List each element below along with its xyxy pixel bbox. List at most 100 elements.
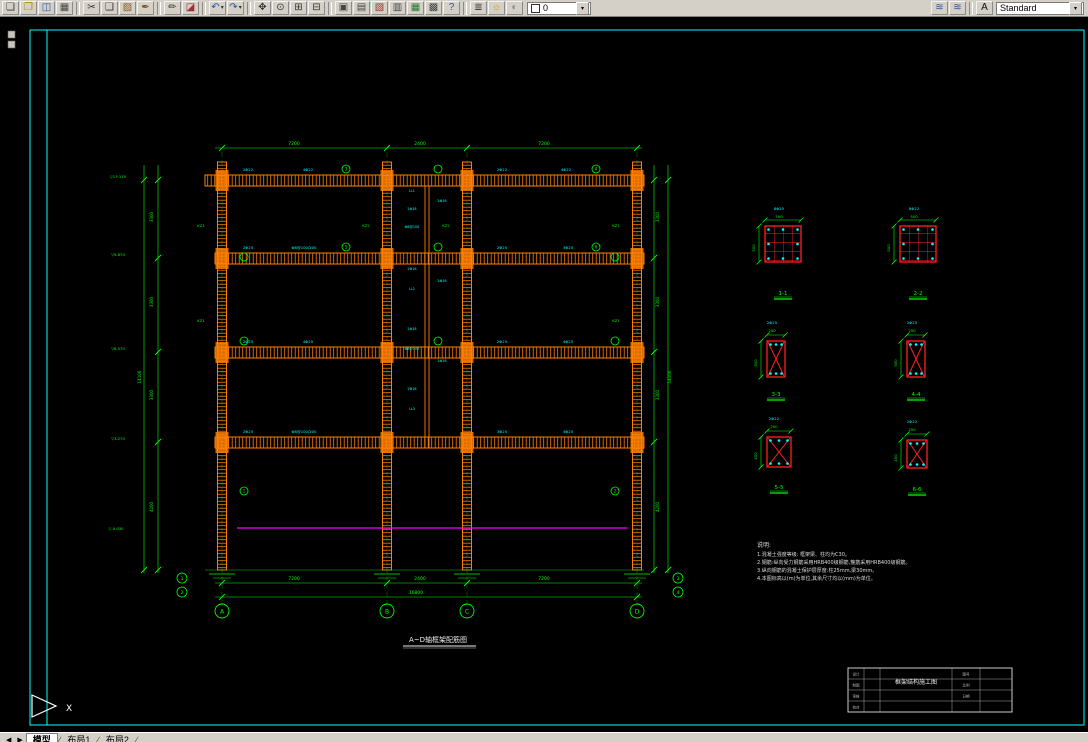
rebar-dot xyxy=(774,343,778,346)
tab-nav-prev-icon[interactable]: ◀ xyxy=(3,736,14,742)
annotation-text: 4Φ22 xyxy=(303,167,314,172)
tab-separator: ∕ xyxy=(135,735,138,742)
match-properties-button[interactable]: ✒ xyxy=(137,1,154,15)
toolbar-separator xyxy=(157,1,161,15)
zoom-previous-button[interactable]: ⊟ xyxy=(308,1,325,15)
zoom-realtime-button[interactable]: ⊙ xyxy=(272,1,289,15)
annotation-text: 500 xyxy=(893,359,898,367)
annotation-text: 2Φ25 xyxy=(243,339,254,344)
cad-drawing[interactable]: 1-1 2-2 3-3 4-4 5-5 6-6 A B C D 1 2 3 4 1 2 3 4 5 6 7200 2… xyxy=(0,17,1088,727)
redo-button[interactable]: ↷ ▾ xyxy=(227,1,244,15)
annotation-text: ▽13.170 xyxy=(110,174,127,179)
calculator-button[interactable]: ▩ xyxy=(425,1,442,15)
annotation-text: 4200 xyxy=(655,501,660,512)
layer-freeze-icon: ◐ xyxy=(511,2,518,13)
layer-on-button[interactable]: ☼ xyxy=(488,1,505,15)
cut-mark-number: 1 xyxy=(243,489,246,494)
paste-button[interactable]: ▨ xyxy=(119,1,136,15)
rebar-dot xyxy=(922,463,925,466)
drawing-canvas[interactable]: 1-1 2-2 3-3 4-4 5-5 6-6 A B C D 1 2 3 4 1 2 3 4 5 6 7200 2… xyxy=(0,17,1088,732)
table-button[interactable]: ▦ xyxy=(407,1,424,15)
rebar-dot xyxy=(909,343,912,346)
rebar-dot xyxy=(914,343,918,346)
annotation-text: Φ8@100 xyxy=(405,347,420,351)
rebar-dot xyxy=(931,257,934,260)
zoom-window-button[interactable]: ⊞ xyxy=(290,1,307,15)
annotation-text: 2Φ25 xyxy=(243,429,254,434)
tool-palettes-button[interactable]: ▣ xyxy=(335,1,352,15)
calculator-icon: ▩ xyxy=(428,2,439,13)
open-button[interactable]: ❐ xyxy=(20,1,37,15)
cut-mark-number: 4 xyxy=(595,167,598,172)
beam-column-joint xyxy=(215,342,229,363)
toolbar-separator xyxy=(969,1,973,15)
toolbar-separator xyxy=(247,1,251,15)
chevron-down-icon[interactable]: ▾ xyxy=(1069,1,1082,15)
layer-properties-button[interactable]: ≣ xyxy=(470,1,487,15)
section-label: 6-6 xyxy=(913,487,922,493)
undo-button[interactable]: ↶ ▾ xyxy=(209,1,226,15)
block-editor-button[interactable]: ▥ xyxy=(389,1,406,15)
axis-bubble-label: D xyxy=(635,609,640,616)
plot-button[interactable]: ▦ xyxy=(56,1,73,15)
rebar-dot xyxy=(786,439,789,442)
rebar-dot xyxy=(920,343,923,346)
chevron-down-icon[interactable]: ▾ xyxy=(221,2,224,14)
beam-column-joint xyxy=(630,342,644,363)
annotation-text: Φ8@100/200 xyxy=(292,245,318,250)
cut-mark-number: 5 xyxy=(345,245,348,250)
chevron-down-icon[interactable]: ▾ xyxy=(239,2,242,14)
ucs-icon: X xyxy=(31,694,72,718)
markup-button[interactable]: ▧ xyxy=(371,1,388,15)
zoom-window-icon: ⊞ xyxy=(294,2,303,13)
save-button[interactable]: ◫ xyxy=(38,1,55,15)
toolbar: ❏ ❐ ◫ ▦ ✂ ❑ ▨ ✒ ✏ ◪ ↶ ▾ ↷ ▾ ✥ ⊙ ⊞ ⊟ ▣ ▤ ▧ ▥ ▦ ▩? ≣ ☼ ◐ 0 ▾ ≋ ≋ A Sta… xyxy=(0,0,1088,17)
annotation-text: 7200 xyxy=(288,576,300,582)
layer-freeze-button[interactable]: ◐ xyxy=(506,1,523,15)
style-combo[interactable]: Standard ▾ xyxy=(996,1,1084,15)
axis-bubble-label: A xyxy=(220,609,225,616)
paste-icon: ▨ xyxy=(122,2,133,13)
cut-mark-number: 6 xyxy=(595,245,598,250)
help-button[interactable]: ? xyxy=(443,1,460,15)
annotation-text: 14100 xyxy=(667,370,672,383)
cut-button[interactable]: ✂ xyxy=(83,1,100,15)
annotation-text: Φ8@100 xyxy=(405,225,420,229)
tab-layout2[interactable]: 布局2 xyxy=(100,734,135,742)
layer-combo[interactable]: 0 ▾ xyxy=(527,1,591,15)
axis-bubble-label: 3 xyxy=(677,576,680,582)
autocad-window: ❏ ❐ ◫ ▦ ✂ ❑ ▨ ✒ ✏ ◪ ↶ ▾ ↷ ▾ ✥ ⊙ ⊞ ⊟ ▣ ▤ ▧ ▥ ▦ ▩? ≣ ☼ ◐ 0 ▾ ≋ ≋ A Sta… xyxy=(0,0,1088,742)
annotation-text: 2400 xyxy=(414,141,426,147)
chevron-down-icon[interactable]: ▾ xyxy=(576,1,589,15)
draw-button[interactable]: ✏ xyxy=(164,1,181,15)
tab-layout1[interactable]: 布局1 xyxy=(61,734,96,742)
annotation-text: 450 xyxy=(893,454,898,462)
annotation-text: KZ1 xyxy=(197,223,205,228)
annotation-text: 2Φ22 xyxy=(243,167,254,172)
new-button[interactable]: ❏ xyxy=(2,1,19,15)
title-block: 设计制图审核校对 图号比例日期 框架结构施工图 xyxy=(847,667,1013,713)
annotation-text: 7200 xyxy=(538,141,550,147)
design-center-button[interactable]: ≋ xyxy=(949,1,966,15)
annotation-text: 450 xyxy=(753,452,758,460)
pan-button[interactable]: ✥ xyxy=(254,1,271,15)
annotation-text: KZ1 xyxy=(197,318,205,323)
text-style-button[interactable]: A xyxy=(976,1,993,15)
markup-icon: ▧ xyxy=(374,2,385,13)
annotation-text: LL2 xyxy=(409,287,415,291)
tab-model[interactable]: 模型 xyxy=(25,733,58,742)
properties-palette-button[interactable]: ≋ xyxy=(931,1,948,15)
sheet-set-manager-button[interactable]: ▤ xyxy=(353,1,370,15)
rebar-dot xyxy=(902,228,905,231)
beam-column-joint xyxy=(380,170,394,191)
beam-column-joint xyxy=(460,248,474,269)
tab-nav-next-icon[interactable]: ▶ xyxy=(14,736,25,742)
copy-button[interactable]: ❑ xyxy=(101,1,118,15)
annotation-text: 2Φ22 xyxy=(497,167,508,172)
text-style-icon: A xyxy=(981,2,988,13)
annotation-text: KZ1 xyxy=(612,223,620,228)
erase-button[interactable]: ◪ xyxy=(182,1,199,15)
properties-palette-icon: ≋ xyxy=(935,2,944,13)
toolbar-separator xyxy=(463,1,467,15)
note-line: 3.纵向钢筋的混凝土保护层厚度:柱25mm,梁30mm。 xyxy=(757,567,877,574)
